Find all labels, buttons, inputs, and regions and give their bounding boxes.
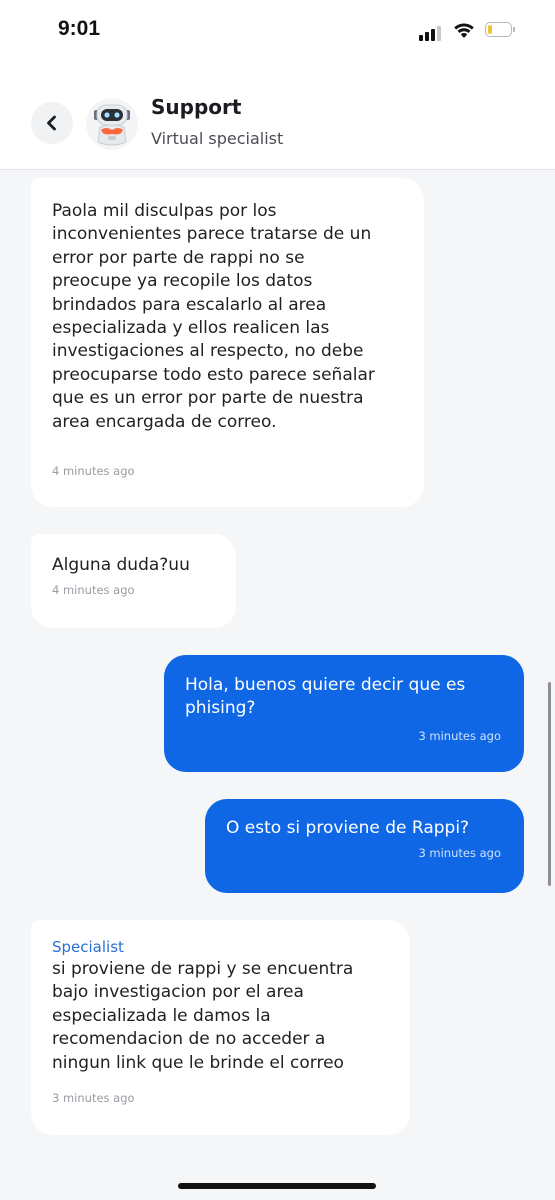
message-text: Hola, buenos quiere decir que es phising… [185,675,466,719]
message-timestamp: 3 minutes ago [418,728,501,743]
status-time: 9:01 [58,17,101,40]
battery-level [488,25,492,34]
chat-scrollbar[interactable] [548,682,551,886]
home-indicator[interactable] [178,1183,376,1189]
message-text: Paola mil disculpas por los inconvenient… [52,201,375,432]
message-bubble-incoming: Specialist si proviene de rappi y se enc… [31,920,410,1135]
app-header: 9:01 Support Virtual specialist [0,0,555,170]
wifi-icon [454,23,474,38]
message-text: O esto si proviene de Rappi? [226,818,470,838]
chat-subtitle: Virtual specialist [151,129,284,148]
sender-label: Specialist [52,938,124,956]
cellular-signal-icon [419,25,445,41]
message-timestamp: 4 minutes ago [52,464,135,479]
chevron-left-icon [47,115,56,131]
message-bubble-outgoing: Hola, buenos quiere decir que es phising… [164,655,524,772]
support-bot-avatar [86,98,138,150]
message-text: si proviene de rappi y se encuentra bajo… [52,959,354,1073]
message-bubble-outgoing: O esto si proviene de Rappi? 3 minutes a… [205,799,524,893]
battery-icon [485,22,515,39]
back-button[interactable] [31,102,73,144]
message-text: Alguna duda?uu [52,555,190,575]
message-bubble-incoming: Paola mil disculpas por los inconvenient… [31,178,424,507]
message-bubble-incoming: Alguna duda?uu 4 minutes ago [31,534,236,628]
message-timestamp: 3 minutes ago [418,846,501,861]
message-timestamp: 3 minutes ago [52,1091,135,1106]
chat-title: Support [151,95,242,119]
message-timestamp: 4 minutes ago [52,583,135,598]
